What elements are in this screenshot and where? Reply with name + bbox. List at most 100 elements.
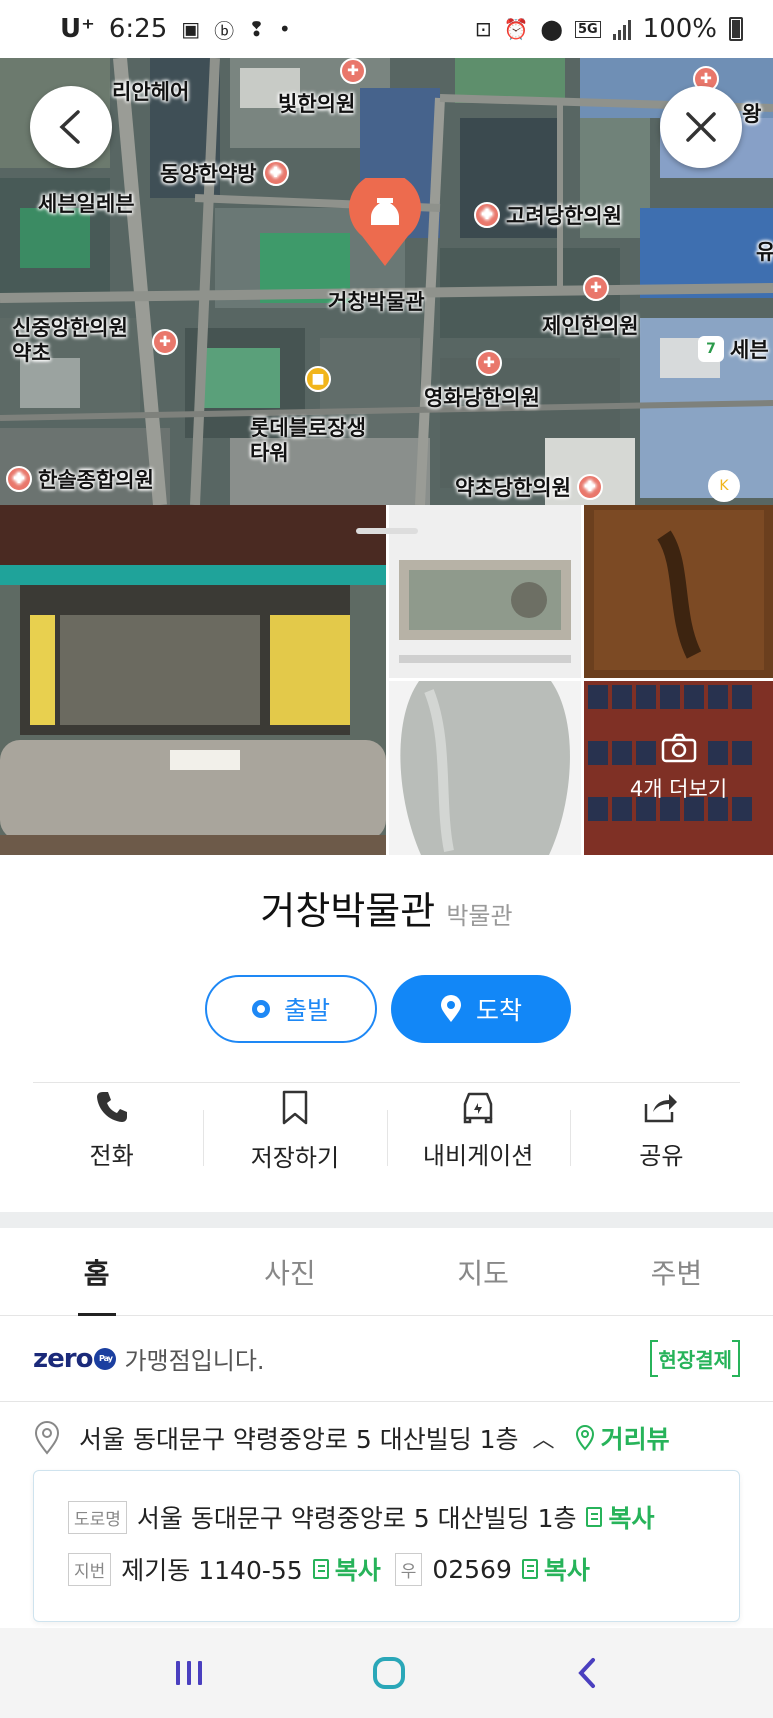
lot-address-tag: 지번 [68, 1552, 112, 1586]
save-label: 저장하기 [250, 1144, 340, 1172]
poi-jein[interactable]: 제인한의원 [542, 310, 639, 340]
zip-code: 02569 [432, 1554, 512, 1584]
more-photos-button[interactable]: 4개 더보기 [584, 681, 773, 855]
camera-icon [661, 733, 696, 763]
poi-lotte[interactable]: 롯데블로장생 타워 [250, 416, 366, 466]
gallery-icon: ▣ [181, 17, 201, 41]
copy-lot-address-button[interactable]: 복사 [312, 1551, 381, 1587]
satellite-map [0, 58, 773, 505]
zero-pay-row: zero Pay 가맹점입니다. 현장결제 [0, 1316, 773, 1402]
location-pin-icon [34, 1421, 60, 1455]
photo-stamps[interactable]: 4개 더보기 [584, 681, 773, 855]
photo-storefront[interactable] [0, 505, 386, 855]
onsite-payment-badge[interactable]: 현장결제 [650, 1340, 740, 1377]
poi-seven-eleven[interactable]: 세븐일레븐 [38, 188, 135, 218]
poi-yakcho[interactable]: 약초당한의원 ✚ [455, 472, 603, 502]
jar-image [389, 681, 581, 855]
poi-wang[interactable]: 왕 [742, 98, 761, 128]
map-view[interactable]: 리안헤어 빛한의원 세븐일레븐 동양한약방 ✚ ✚ 고려당한의원 신중앙한의원 약초… [0, 58, 773, 505]
copy-icon [521, 1559, 538, 1579]
poi-yu[interactable]: 유 [756, 236, 773, 266]
zero-pay-badge: Pay [94, 1347, 117, 1370]
clinic-icon: ✚ [340, 58, 366, 84]
lock-icon: ⊡ [474, 17, 492, 41]
building-icon: ■ [305, 366, 331, 392]
clinic-icon: ✚ [474, 202, 500, 228]
copy-zip-button[interactable]: 복사 [521, 1551, 590, 1587]
sheet-drag-handle[interactable] [356, 528, 418, 534]
alert-icon: ❢ [248, 17, 265, 41]
chevron-left-icon [59, 110, 80, 144]
bookmark-icon [282, 1090, 308, 1125]
home-icon[interactable] [372, 1656, 406, 1690]
pharmacy-icon: ✚ [262, 160, 289, 186]
tab-bar: 홈 사진 지도 주변 [0, 1228, 773, 1316]
app-b-icon: ⓑ [214, 18, 235, 43]
chevron-up-icon[interactable]: ︿ [533, 1422, 555, 1454]
poi-goryeo[interactable]: ✚ 고려당한의원 [474, 200, 622, 230]
recent-apps-icon[interactable] [174, 1659, 204, 1687]
status-bar: U⁺ 6:25 ▣ ⓑ ❢ • ⊡ ⏰ ⬤ 5G 100% [0, 0, 773, 58]
address-summary: 서울 동대문구 약령중앙로 5 대산빌딩 1층 [79, 1425, 519, 1454]
tab-nearby[interactable]: 주변 [580, 1228, 773, 1315]
lot-address-line: 지번 제기동 1140-55 복사 우 02569 복사 [68, 1543, 705, 1595]
start-button[interactable]: 출발 [205, 975, 377, 1043]
tab-photos[interactable]: 사진 [193, 1228, 386, 1315]
poi-dongyang[interactable]: 동양한약방 ✚ [160, 158, 289, 188]
battery-icon [729, 17, 743, 41]
kakao-logo-icon: K [708, 470, 740, 502]
poi-bit[interactable]: 빛한의원 [278, 88, 355, 118]
navigation-button[interactable]: 내비게이션 [386, 1090, 570, 1173]
share-icon [645, 1094, 678, 1123]
photo-gallery[interactable]: 4개 더보기 [0, 505, 773, 855]
street-view-label: 거리뷰 [600, 1425, 670, 1454]
poi-sinjungang[interactable]: 신중앙한의원 약초 [12, 316, 128, 366]
signal-icon [612, 18, 631, 40]
arrive-button[interactable]: 도착 [391, 975, 571, 1043]
close-icon [686, 112, 716, 142]
clinic-icon: ✚ [476, 350, 502, 376]
pin-icon [440, 995, 461, 1022]
location-icon: ⬤ [540, 17, 563, 41]
divider [33, 1082, 740, 1083]
photo-painting[interactable] [584, 505, 773, 678]
poi-yeonghwa[interactable]: 영화당한의원 [424, 382, 540, 412]
alarm-icon: ⏰ [503, 17, 529, 41]
road-address-line: 도로명 서울 동대문구 약령중앙로 5 대산빌딩 1층 복사 [68, 1491, 705, 1543]
painting-image [584, 505, 773, 678]
copy-road-address-button[interactable]: 복사 [586, 1499, 654, 1535]
place-header: 거창박물관 박물관 [0, 880, 773, 935]
section-separator [0, 1212, 773, 1228]
road-address: 서울 동대문구 약령중앙로 5 대산빌딩 1층 [136, 1504, 577, 1533]
share-button[interactable]: 공유 [569, 1090, 753, 1173]
battery-percent: 100% [642, 14, 717, 44]
arrive-label: 도착 [475, 996, 522, 1025]
carrier-label: U⁺ [60, 14, 95, 44]
clinic-icon: ✚ [583, 275, 609, 301]
selected-place-marker[interactable] [348, 178, 422, 268]
call-button[interactable]: 전화 [20, 1090, 203, 1173]
save-button[interactable]: 저장하기 [203, 1090, 386, 1173]
close-button[interactable] [660, 86, 742, 168]
back-nav-icon[interactable] [575, 1657, 599, 1689]
more-dot-icon: • [278, 17, 291, 41]
address-row[interactable]: 서울 동대문구 약령중앙로 5 대산빌딩 1층 ︿ 거리뷰 [33, 1420, 740, 1456]
back-button[interactable] [30, 86, 112, 168]
share-label: 공유 [639, 1142, 684, 1170]
poi-seven-eleven-2[interactable]: 7 세븐 [698, 334, 769, 364]
street-view-icon [575, 1425, 594, 1451]
street-view-button[interactable]: 거리뷰 [575, 1420, 670, 1456]
tab-home[interactable]: 홈 [0, 1228, 193, 1316]
route-buttons: 출발 도착 [205, 975, 571, 1043]
clinic-icon: ✚ [576, 474, 603, 500]
phone-icon [96, 1092, 127, 1122]
car-icon [463, 1092, 493, 1124]
pharmacy-icon: ✚ [152, 329, 178, 355]
photo-jar[interactable] [389, 681, 581, 855]
poi-hansol[interactable]: ✚ 한솔종합의원 [6, 464, 154, 494]
lot-address: 제기동 1140-55 [121, 1556, 303, 1585]
tab-map[interactable]: 지도 [387, 1228, 580, 1315]
call-label: 전화 [89, 1142, 134, 1170]
zero-pay-text: 가맹점입니다. [124, 1347, 265, 1375]
poi-lian[interactable]: 리안헤어 [112, 76, 189, 106]
